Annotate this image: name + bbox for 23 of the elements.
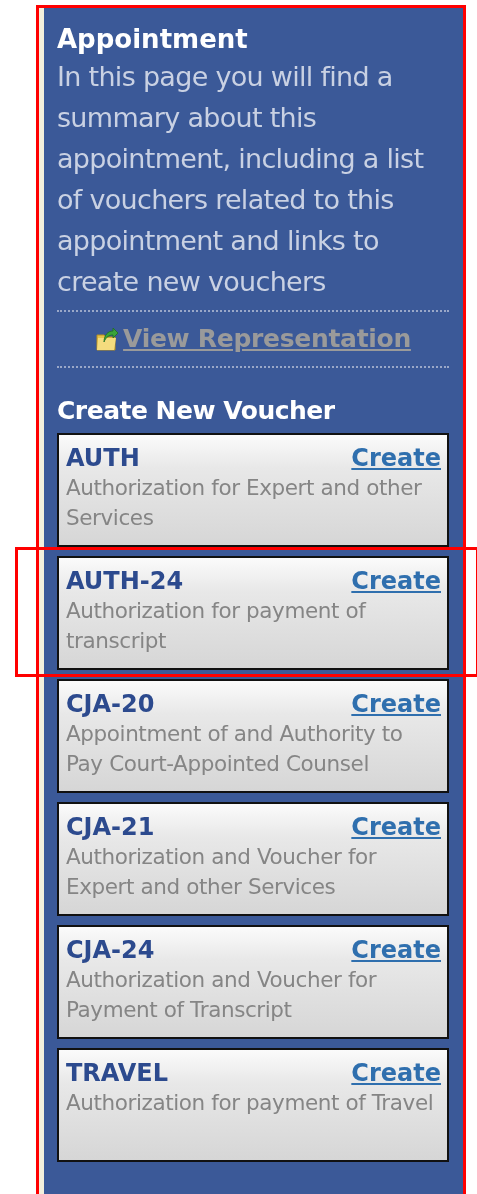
voucher-description: Appointment of and Authority to Pay Court-Appointed Counsel: [66, 720, 404, 778]
folder-arrow-icon: [95, 325, 120, 352]
create-link[interactable]: Create: [351, 566, 441, 596]
voucher-description: Authorization for payment of transcript: [66, 597, 368, 655]
voucher-description: Authorization and Voucher for Expert and other Services: [66, 843, 378, 901]
create-link[interactable]: Create: [351, 689, 441, 719]
create-link[interactable]: Create: [351, 935, 441, 965]
voucher-description: Authorization for Expert and other Services: [66, 474, 423, 532]
intro-text: In this page you will find a summary about this appointment, including a list of vouchers related to this appointment and links to create new vouchers: [57, 60, 425, 299]
create-link[interactable]: Create: [351, 443, 441, 473]
voucher-code: AUTH: [66, 443, 140, 473]
voucher-code: CJA-24: [66, 935, 155, 965]
section-title: Create New Voucher: [57, 394, 336, 427]
create-link[interactable]: Create: [351, 1058, 441, 1088]
voucher-code: AUTH-24: [66, 566, 184, 596]
voucher-code: CJA-21: [66, 812, 155, 842]
view-representation-link[interactable]: View Representation: [123, 320, 411, 358]
create-link[interactable]: Create: [351, 812, 441, 842]
voucher-description: Authorization for payment of Travel: [66, 1089, 435, 1117]
voucher-code: CJA-20: [66, 689, 155, 719]
voucher-code: TRAVEL: [66, 1058, 169, 1088]
voucher-description: Authorization and Voucher for Payment of Transcript: [66, 966, 378, 1024]
panel-title: Appointment: [57, 23, 249, 56]
